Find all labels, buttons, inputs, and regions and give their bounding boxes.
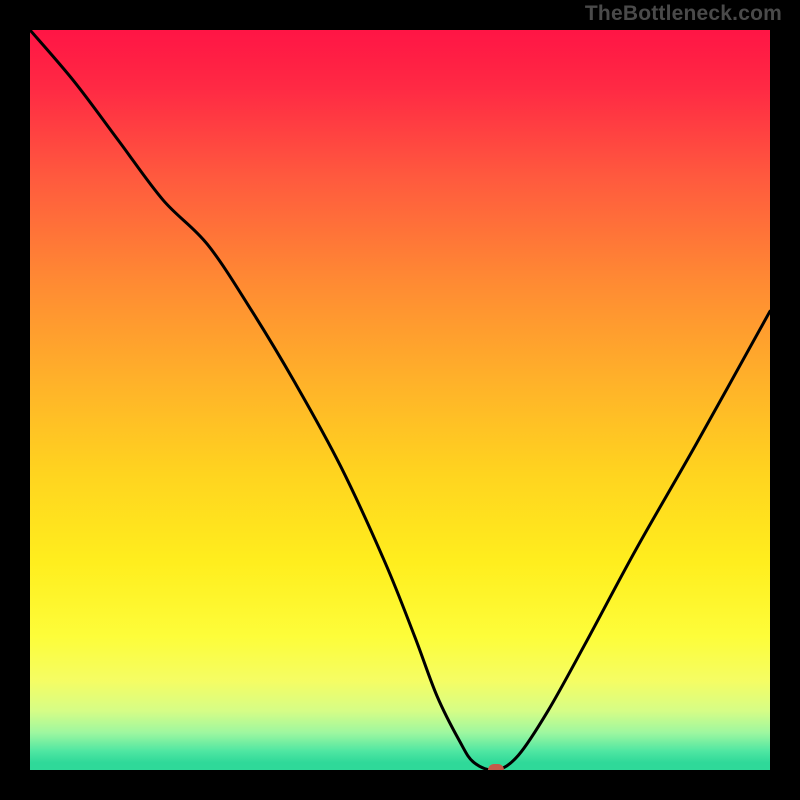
plot-area xyxy=(30,30,770,770)
bottleneck-curve xyxy=(30,30,770,770)
watermark-text: TheBottleneck.com xyxy=(585,2,782,26)
chart-frame: TheBottleneck.com xyxy=(0,0,800,800)
optimal-point-marker xyxy=(488,764,504,770)
